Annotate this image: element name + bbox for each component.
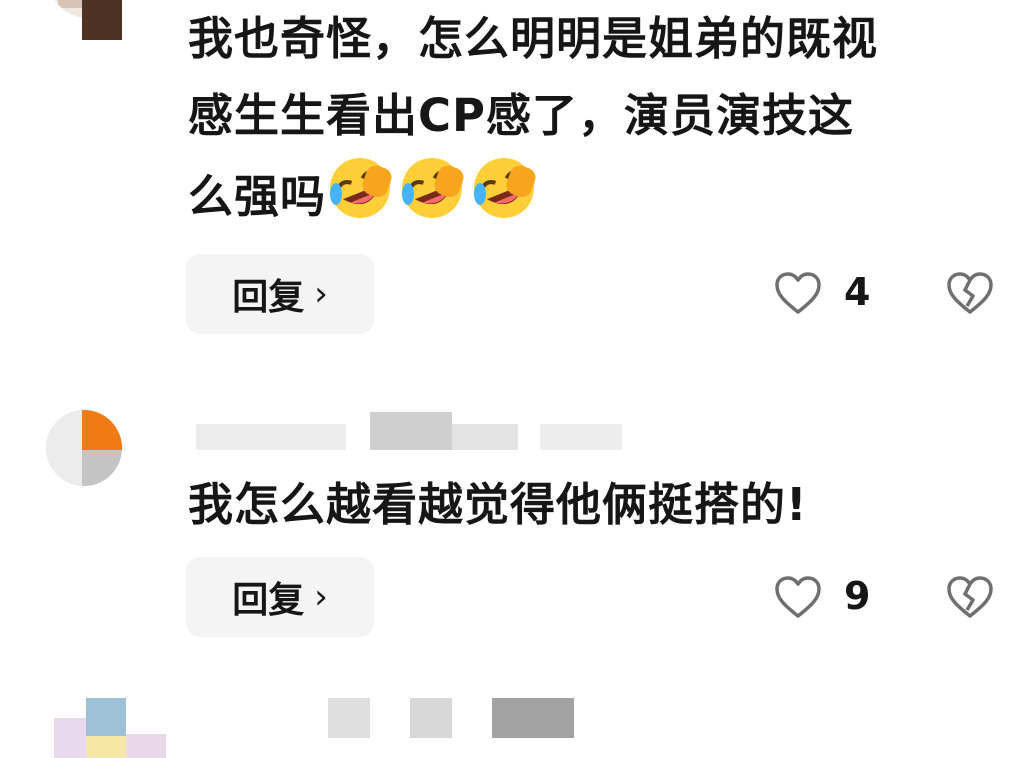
rolling-laughing-emoji bbox=[398, 154, 466, 222]
like-button[interactable]: 4 bbox=[774, 270, 874, 320]
reply-button[interactable]: 回复 › bbox=[186, 557, 374, 637]
comment-text-line: 么强吗 bbox=[188, 154, 1018, 235]
like-count: 4 bbox=[844, 270, 871, 314]
heart-outline-icon bbox=[775, 576, 821, 618]
comment-text: 我也奇怪，怎么明明是姐弟的既视 感生生看出CP感了，演员演技这 么强吗 bbox=[188, 0, 1018, 235]
comment-text: 我怎么越看越觉得他俩挺搭的! bbox=[188, 478, 808, 531]
reply-button[interactable]: 回复 › bbox=[186, 254, 374, 334]
reply-label: 回复 bbox=[232, 580, 305, 621]
comment-text-line: 感生生看出CP感了，演员演技这 bbox=[188, 89, 855, 142]
like-button[interactable]: 9 bbox=[774, 574, 874, 624]
broken-heart-icon bbox=[947, 576, 993, 618]
chevron-right-icon: › bbox=[314, 577, 328, 617]
reply-label: 回复 bbox=[232, 277, 305, 318]
avatar[interactable] bbox=[46, 698, 166, 758]
comment-text-line: 我也奇怪，怎么明明是姐弟的既视 bbox=[188, 12, 879, 65]
chevron-right-icon: › bbox=[314, 274, 328, 314]
comment-text-tail: 么强吗 bbox=[188, 170, 327, 223]
like-count: 9 bbox=[844, 574, 871, 618]
dislike-button[interactable] bbox=[946, 574, 994, 622]
heart-outline-icon bbox=[775, 272, 821, 314]
broken-heart-icon bbox=[947, 272, 993, 314]
dislike-button[interactable] bbox=[946, 270, 994, 318]
avatar[interactable] bbox=[46, 410, 122, 486]
rolling-laughing-emoji bbox=[326, 154, 394, 222]
avatar-badge bbox=[82, 0, 122, 40]
rolling-laughing-emoji bbox=[470, 154, 538, 222]
